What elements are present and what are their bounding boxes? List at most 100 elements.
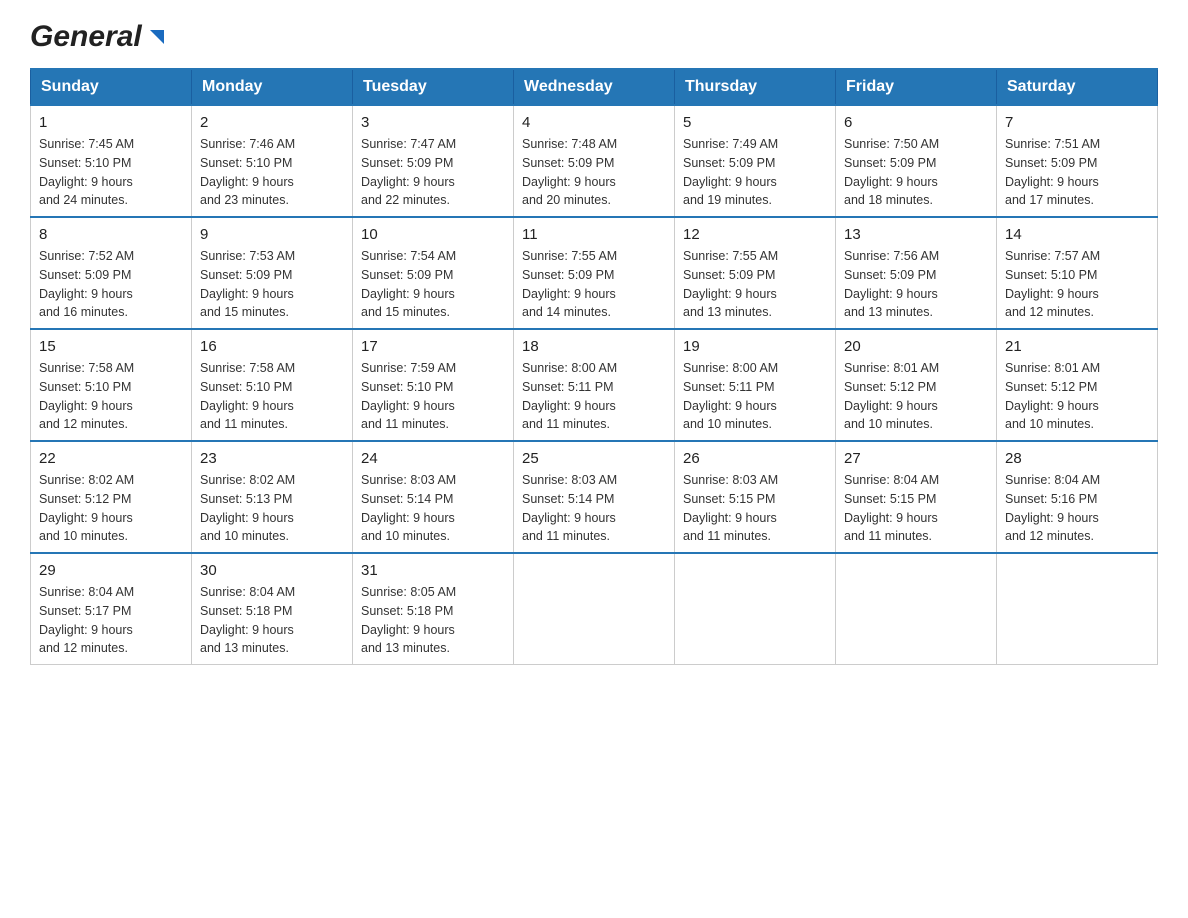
day-number: 10	[361, 224, 505, 245]
calendar-cell: 16 Sunrise: 7:58 AMSunset: 5:10 PMDaylig…	[192, 329, 353, 441]
day-info: Sunrise: 7:55 AMSunset: 5:09 PMDaylight:…	[683, 249, 778, 319]
day-info: Sunrise: 8:05 AMSunset: 5:18 PMDaylight:…	[361, 585, 456, 655]
day-info: Sunrise: 7:58 AMSunset: 5:10 PMDaylight:…	[200, 361, 295, 431]
calendar-cell: 20 Sunrise: 8:01 AMSunset: 5:12 PMDaylig…	[836, 329, 997, 441]
day-info: Sunrise: 8:04 AMSunset: 5:15 PMDaylight:…	[844, 473, 939, 543]
logo-general-text: General	[30, 20, 142, 54]
day-header-sunday: Sunday	[31, 69, 192, 105]
day-header-saturday: Saturday	[997, 69, 1158, 105]
calendar-week-3: 15 Sunrise: 7:58 AMSunset: 5:10 PMDaylig…	[31, 329, 1158, 441]
calendar-cell: 11 Sunrise: 7:55 AMSunset: 5:09 PMDaylig…	[514, 217, 675, 329]
day-number: 4	[522, 112, 666, 133]
day-info: Sunrise: 8:04 AMSunset: 5:18 PMDaylight:…	[200, 585, 295, 655]
day-number: 28	[1005, 448, 1149, 469]
day-number: 29	[39, 560, 183, 581]
day-number: 30	[200, 560, 344, 581]
calendar-cell	[836, 553, 997, 665]
calendar-cell: 31 Sunrise: 8:05 AMSunset: 5:18 PMDaylig…	[353, 553, 514, 665]
day-number: 15	[39, 336, 183, 357]
day-info: Sunrise: 8:04 AMSunset: 5:17 PMDaylight:…	[39, 585, 134, 655]
calendar-cell: 23 Sunrise: 8:02 AMSunset: 5:13 PMDaylig…	[192, 441, 353, 553]
calendar-cell: 14 Sunrise: 7:57 AMSunset: 5:10 PMDaylig…	[997, 217, 1158, 329]
day-info: Sunrise: 7:51 AMSunset: 5:09 PMDaylight:…	[1005, 137, 1100, 207]
page-header: General	[30, 20, 1158, 48]
day-number: 3	[361, 112, 505, 133]
calendar-cell	[675, 553, 836, 665]
day-info: Sunrise: 7:59 AMSunset: 5:10 PMDaylight:…	[361, 361, 456, 431]
calendar-cell: 8 Sunrise: 7:52 AMSunset: 5:09 PMDayligh…	[31, 217, 192, 329]
calendar-week-4: 22 Sunrise: 8:02 AMSunset: 5:12 PMDaylig…	[31, 441, 1158, 553]
calendar-header-row: SundayMondayTuesdayWednesdayThursdayFrid…	[31, 69, 1158, 105]
calendar-cell: 5 Sunrise: 7:49 AMSunset: 5:09 PMDayligh…	[675, 105, 836, 217]
calendar-cell: 29 Sunrise: 8:04 AMSunset: 5:17 PMDaylig…	[31, 553, 192, 665]
day-info: Sunrise: 8:03 AMSunset: 5:14 PMDaylight:…	[361, 473, 456, 543]
calendar-week-5: 29 Sunrise: 8:04 AMSunset: 5:17 PMDaylig…	[31, 553, 1158, 665]
calendar-table: SundayMondayTuesdayWednesdayThursdayFrid…	[30, 68, 1158, 665]
calendar-cell	[997, 553, 1158, 665]
calendar-cell: 25 Sunrise: 8:03 AMSunset: 5:14 PMDaylig…	[514, 441, 675, 553]
day-number: 12	[683, 224, 827, 245]
day-number: 19	[683, 336, 827, 357]
day-number: 17	[361, 336, 505, 357]
day-number: 16	[200, 336, 344, 357]
calendar-cell: 17 Sunrise: 7:59 AMSunset: 5:10 PMDaylig…	[353, 329, 514, 441]
day-info: Sunrise: 7:57 AMSunset: 5:10 PMDaylight:…	[1005, 249, 1100, 319]
day-number: 7	[1005, 112, 1149, 133]
day-number: 11	[522, 224, 666, 245]
calendar-cell	[514, 553, 675, 665]
day-number: 1	[39, 112, 183, 133]
day-info: Sunrise: 7:47 AMSunset: 5:09 PMDaylight:…	[361, 137, 456, 207]
day-header-friday: Friday	[836, 69, 997, 105]
calendar-cell: 2 Sunrise: 7:46 AMSunset: 5:10 PMDayligh…	[192, 105, 353, 217]
day-info: Sunrise: 7:49 AMSunset: 5:09 PMDaylight:…	[683, 137, 778, 207]
day-number: 23	[200, 448, 344, 469]
day-info: Sunrise: 8:00 AMSunset: 5:11 PMDaylight:…	[522, 361, 617, 431]
day-number: 5	[683, 112, 827, 133]
day-number: 9	[200, 224, 344, 245]
day-info: Sunrise: 7:54 AMSunset: 5:09 PMDaylight:…	[361, 249, 456, 319]
logo: General	[30, 20, 168, 48]
calendar-cell: 1 Sunrise: 7:45 AMSunset: 5:10 PMDayligh…	[31, 105, 192, 217]
day-number: 31	[361, 560, 505, 581]
day-number: 2	[200, 112, 344, 133]
day-info: Sunrise: 8:00 AMSunset: 5:11 PMDaylight:…	[683, 361, 778, 431]
day-number: 8	[39, 224, 183, 245]
day-number: 24	[361, 448, 505, 469]
calendar-cell: 6 Sunrise: 7:50 AMSunset: 5:09 PMDayligh…	[836, 105, 997, 217]
calendar-cell: 12 Sunrise: 7:55 AMSunset: 5:09 PMDaylig…	[675, 217, 836, 329]
calendar-week-1: 1 Sunrise: 7:45 AMSunset: 5:10 PMDayligh…	[31, 105, 1158, 217]
calendar-cell: 27 Sunrise: 8:04 AMSunset: 5:15 PMDaylig…	[836, 441, 997, 553]
day-info: Sunrise: 7:45 AMSunset: 5:10 PMDaylight:…	[39, 137, 134, 207]
day-number: 22	[39, 448, 183, 469]
day-number: 14	[1005, 224, 1149, 245]
calendar-cell: 22 Sunrise: 8:02 AMSunset: 5:12 PMDaylig…	[31, 441, 192, 553]
day-info: Sunrise: 7:52 AMSunset: 5:09 PMDaylight:…	[39, 249, 134, 319]
day-info: Sunrise: 7:56 AMSunset: 5:09 PMDaylight:…	[844, 249, 939, 319]
calendar-cell: 7 Sunrise: 7:51 AMSunset: 5:09 PMDayligh…	[997, 105, 1158, 217]
calendar-cell: 4 Sunrise: 7:48 AMSunset: 5:09 PMDayligh…	[514, 105, 675, 217]
calendar-cell: 24 Sunrise: 8:03 AMSunset: 5:14 PMDaylig…	[353, 441, 514, 553]
calendar-cell: 9 Sunrise: 7:53 AMSunset: 5:09 PMDayligh…	[192, 217, 353, 329]
calendar-cell: 19 Sunrise: 8:00 AMSunset: 5:11 PMDaylig…	[675, 329, 836, 441]
day-info: Sunrise: 7:50 AMSunset: 5:09 PMDaylight:…	[844, 137, 939, 207]
day-number: 25	[522, 448, 666, 469]
day-number: 20	[844, 336, 988, 357]
calendar-cell: 30 Sunrise: 8:04 AMSunset: 5:18 PMDaylig…	[192, 553, 353, 665]
day-number: 21	[1005, 336, 1149, 357]
day-header-monday: Monday	[192, 69, 353, 105]
calendar-cell: 10 Sunrise: 7:54 AMSunset: 5:09 PMDaylig…	[353, 217, 514, 329]
day-info: Sunrise: 8:01 AMSunset: 5:12 PMDaylight:…	[844, 361, 939, 431]
day-number: 27	[844, 448, 988, 469]
calendar-cell: 26 Sunrise: 8:03 AMSunset: 5:15 PMDaylig…	[675, 441, 836, 553]
day-info: Sunrise: 7:55 AMSunset: 5:09 PMDaylight:…	[522, 249, 617, 319]
calendar-week-2: 8 Sunrise: 7:52 AMSunset: 5:09 PMDayligh…	[31, 217, 1158, 329]
day-number: 6	[844, 112, 988, 133]
calendar-cell: 13 Sunrise: 7:56 AMSunset: 5:09 PMDaylig…	[836, 217, 997, 329]
day-header-wednesday: Wednesday	[514, 69, 675, 105]
day-header-tuesday: Tuesday	[353, 69, 514, 105]
calendar-cell: 21 Sunrise: 8:01 AMSunset: 5:12 PMDaylig…	[997, 329, 1158, 441]
day-info: Sunrise: 8:03 AMSunset: 5:14 PMDaylight:…	[522, 473, 617, 543]
calendar-cell: 3 Sunrise: 7:47 AMSunset: 5:09 PMDayligh…	[353, 105, 514, 217]
day-info: Sunrise: 8:02 AMSunset: 5:13 PMDaylight:…	[200, 473, 295, 543]
day-info: Sunrise: 8:03 AMSunset: 5:15 PMDaylight:…	[683, 473, 778, 543]
